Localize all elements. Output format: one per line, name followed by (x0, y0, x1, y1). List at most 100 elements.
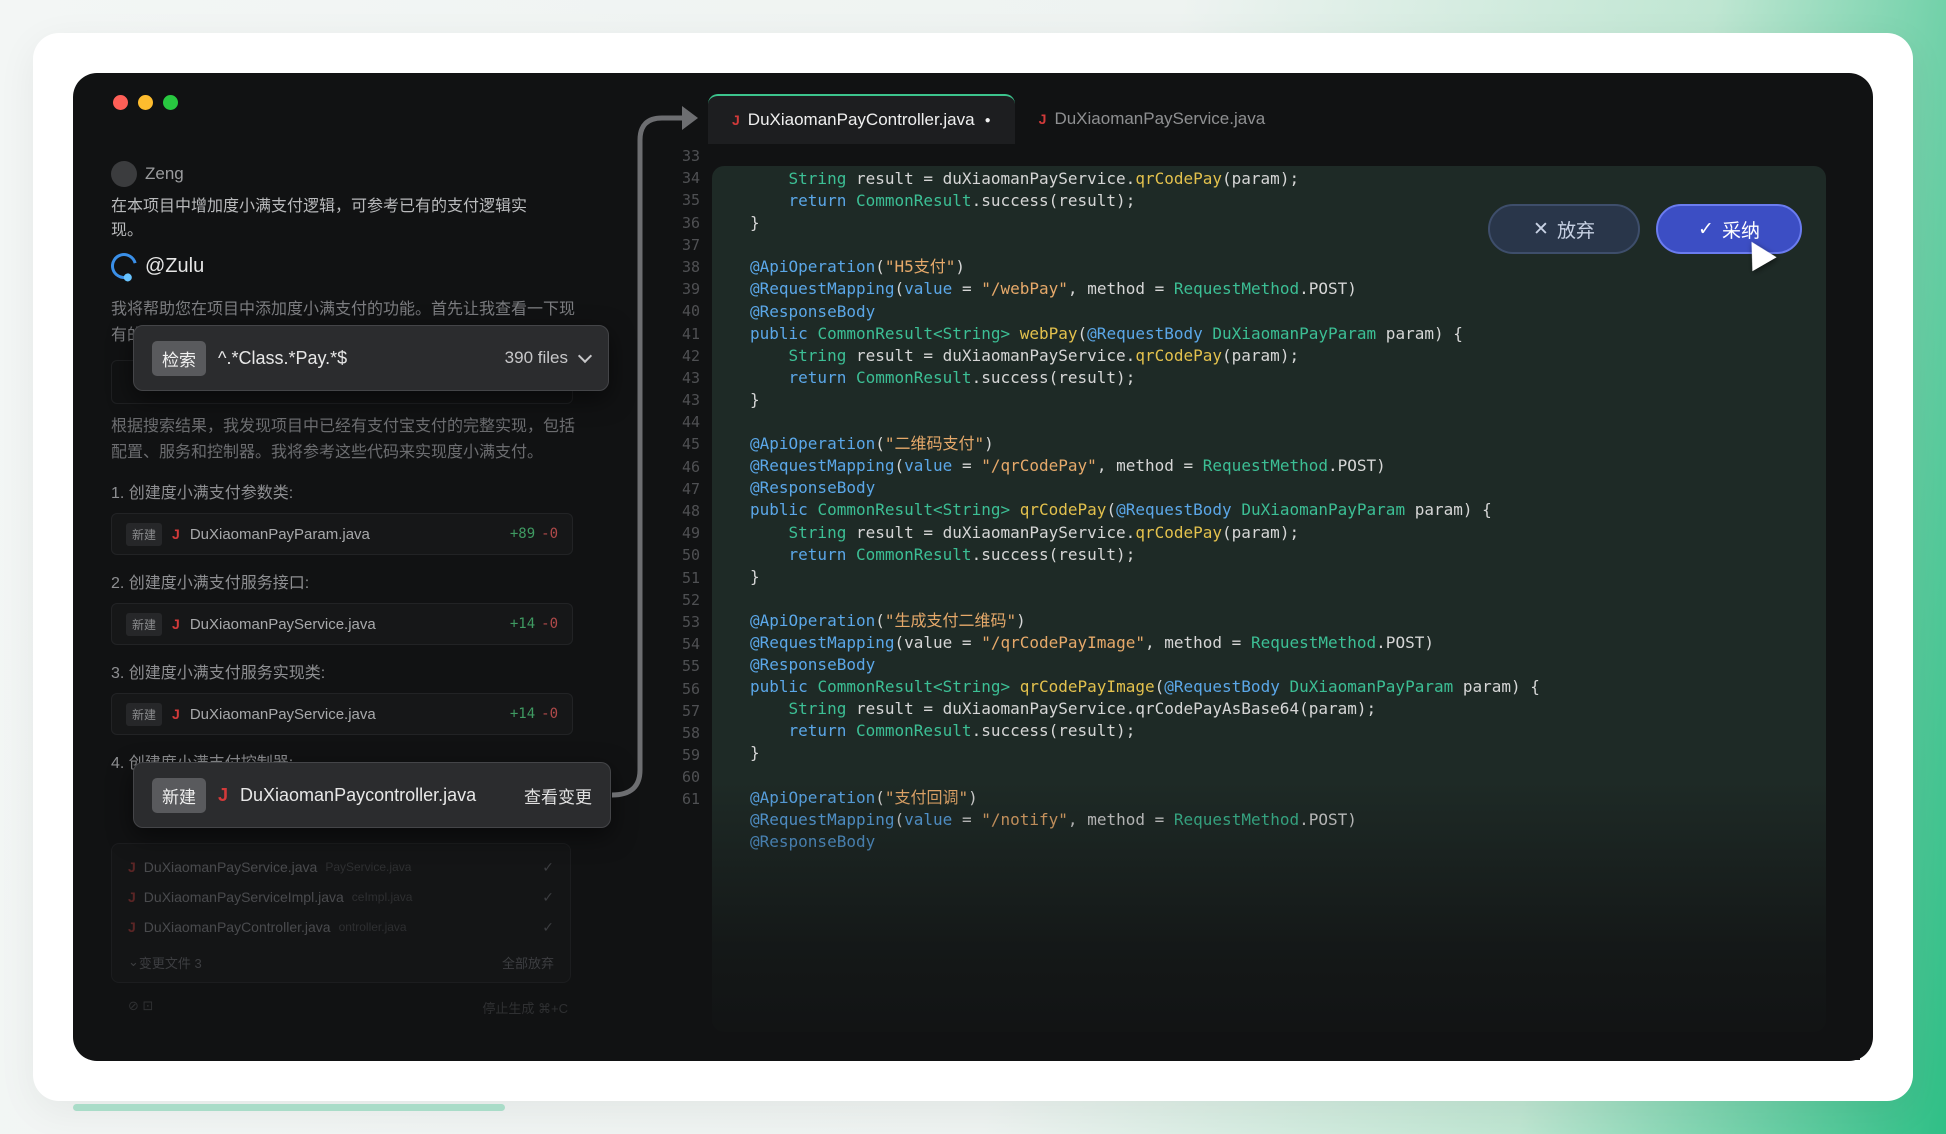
tab-label: DuXiaomanPayController.java (747, 110, 975, 129)
line-number: 50 (681, 546, 700, 565)
line-number: 48 (681, 502, 700, 520)
search-tag: 检索 (152, 340, 206, 376)
step-label: 1. 创建度小满支付参数类: (111, 485, 294, 503)
line-number: 47 (681, 479, 700, 498)
line-number: 43 (681, 368, 700, 387)
line-number: 58 (681, 723, 700, 742)
changed-file-name: DuXiaomanPayServiceImpl.java (143, 889, 344, 905)
changed-file-name: DuXiaomanPayController.java (143, 919, 331, 935)
line-number: 46 (681, 457, 700, 476)
new-file-pill[interactable]: 新建 J DuXiaomanPaycontroller.java 查看变更 (133, 762, 611, 828)
minimize-window-button[interactable] (138, 95, 153, 110)
java-file-icon: J (218, 784, 229, 805)
line-number: 45 (681, 435, 700, 454)
check-icon: ✓ (1698, 218, 1714, 240)
code-content: String result = duXiaomanPayService.qrCo… (750, 169, 1540, 851)
changed-file-item[interactable]: J DuXiaomanPayServiceImpl.java ceImpl.ja… (128, 882, 554, 912)
search-result-message: 根据搜索结果，我发现项目中已经有支付宝支付的完整实现，包括配置、服务和控制器。我… (111, 418, 576, 461)
line-number: 56 (681, 679, 700, 698)
adopt-label: 采纳 (1721, 220, 1760, 242)
line-number: 57 (681, 701, 700, 720)
chevron-down-icon[interactable] (577, 348, 593, 363)
file-change-row[interactable]: 新建 J DuXiaomanPayService.java +14 -0 (111, 603, 573, 646)
line-number: 54 (681, 635, 700, 654)
diff-stats: +14 -0 (509, 616, 558, 633)
file-change-row[interactable]: 新建 J DuXiaomanPayParam.java +89 -0 (111, 513, 573, 556)
changed-file-name: DuXiaomanPayService.java (143, 859, 318, 875)
bot-header: @Zulu (106, 248, 551, 284)
bot-name: @Zulu (145, 254, 205, 277)
user-message: 在本项目中增加度小满支付逻辑，可参考已有的支付逻辑实现。 (111, 198, 528, 239)
tab-label: DuXiaomanPayService.java (1054, 109, 1266, 128)
java-file-icon: J (128, 919, 136, 935)
new-file-name: DuXiaomanPaycontroller.java (240, 784, 477, 805)
step-label: 2. 创建度小满支付服务接口: (111, 575, 310, 593)
line-number: 41 (681, 324, 700, 343)
file-name: DuXiaomanPayParam.java (189, 525, 370, 543)
line-number-gutter: 33 34 35 36 37 38 39 40 41 42 43 43 44 45 46 47 48 49 50 51… (660, 145, 700, 811)
line-number: 55 (681, 657, 700, 676)
changed-file-path: PayService.java (325, 860, 412, 874)
zulu-logo-icon (106, 248, 142, 284)
file-name: DuXiaomanPayService.java (189, 615, 376, 633)
chat-input-row: ⊘ ⊡ 停止生成 ⌘+C (128, 998, 568, 1017)
java-file-icon: J (172, 526, 180, 543)
close-window-button[interactable] (113, 95, 128, 110)
search-tool-pill[interactable]: 检索 ^.*Class.*Pay.*$ 390 files (133, 325, 609, 391)
new-file-tag: 新建 (126, 522, 163, 546)
file-change-row[interactable]: 新建 J DuXiaomanPayService.java +14 -0 (111, 693, 573, 736)
user-name: Zeng (145, 164, 184, 183)
chat-panel: Zeng 在本项目中增加度小满支付逻辑，可参考已有的支付逻辑实现。 @Zulu … (106, 161, 575, 773)
java-file-icon: J (1038, 111, 1047, 127)
line-number: 34 (681, 169, 700, 188)
line-number: 40 (681, 302, 700, 321)
line-number: 38 (681, 257, 700, 276)
user-avatar (111, 161, 137, 187)
java-file-icon: J (172, 616, 180, 633)
changed-file-item[interactable]: J DuXiaomanPayController.java ontroller.… (128, 912, 554, 942)
window-controls (113, 95, 178, 110)
line-number: 33 (681, 147, 700, 165)
file-name: DuXiaomanPayService.java (189, 705, 376, 723)
line-number: 51 (681, 568, 700, 587)
diff-stats: +89 -0 (509, 526, 558, 543)
line-number: 37 (681, 235, 700, 254)
line-number: 39 (681, 280, 700, 299)
line-number: 59 (681, 746, 700, 765)
changed-file-item[interactable]: J DuXiaomanPayService.java PayService.ja… (128, 852, 554, 882)
changes-footer: ⌄ 变更文件 3 全部放弃 (128, 946, 554, 978)
java-file-icon: J (172, 706, 180, 723)
java-file-icon: J (128, 889, 136, 905)
changed-file-path: ceImpl.java (351, 890, 413, 904)
java-file-icon: J (732, 112, 740, 128)
line-number: 35 (681, 191, 700, 210)
attach-icon[interactable]: ⊘ ⊡ (128, 998, 153, 1017)
discard-all-button[interactable]: 全部放弃 (502, 953, 554, 972)
line-number: 52 (681, 590, 700, 609)
chevron-down-icon[interactable]: ⌄ (128, 954, 139, 970)
tab-service[interactable]: J DuXiaomanPayService.java (1015, 94, 1290, 144)
line-number: 53 (681, 612, 700, 631)
zoom-window-button[interactable] (163, 95, 178, 110)
java-file-icon: J (128, 859, 136, 875)
stop-generating-hint[interactable]: 停止生成 ⌘+C (482, 998, 568, 1017)
line-number: 44 (681, 413, 700, 432)
line-number: 49 (681, 524, 700, 543)
changed-files-list: J DuXiaomanPayService.java PayService.ja… (111, 843, 571, 983)
check-icon[interactable]: ✓ (542, 859, 554, 876)
view-changes-button[interactable]: 查看变更 (524, 783, 592, 808)
editor-tabs: J DuXiaomanPayController.java ● J DuXiao… (708, 94, 1289, 144)
line-number: 42 (681, 346, 700, 365)
modified-dot-icon: ● (984, 114, 991, 126)
line-number: 36 (681, 213, 700, 232)
new-file-tag: 新建 (152, 777, 206, 813)
check-icon[interactable]: ✓ (542, 889, 554, 906)
adopt-button[interactable]: ✓ 采纳 (1656, 204, 1802, 254)
check-icon[interactable]: ✓ (542, 919, 554, 936)
line-number: 43 (681, 391, 700, 410)
slide-progress-bar (73, 1104, 505, 1111)
user-header: Zeng (111, 161, 551, 187)
discard-button[interactable]: ✕ 放弃 (1488, 204, 1640, 254)
close-icon: ✕ (1533, 218, 1549, 240)
tab-controller[interactable]: J DuXiaomanPayController.java ● (708, 94, 1015, 144)
